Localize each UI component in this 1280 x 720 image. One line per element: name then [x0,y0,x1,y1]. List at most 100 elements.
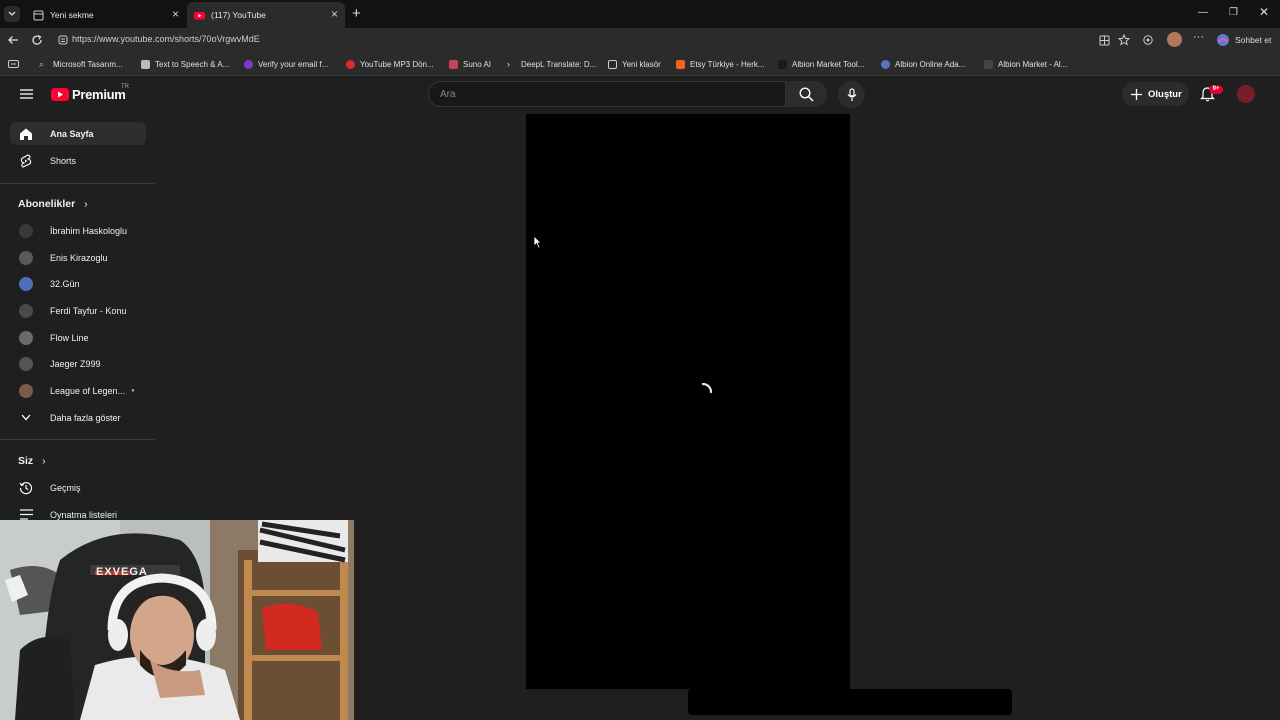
tab-title: (117) YouTube [211,10,266,20]
sidebar-item-label: Jaeger Z999 [50,358,101,369]
refresh-icon[interactable] [31,34,43,46]
bookmark-item[interactable]: Verify your email f... [244,57,328,71]
sidebar-item-subscription[interactable]: Jaeger Z999 [10,352,146,375]
sidebar-item-home[interactable]: Ana Sayfa [10,122,146,145]
profile-avatar[interactable] [1167,32,1182,47]
hamburger-menu-icon[interactable] [20,89,33,99]
search-button[interactable] [786,81,827,107]
search-input[interactable] [428,81,786,107]
sidebar-item-label: Flow Line [50,332,89,343]
microphone-icon [847,87,856,101]
youtube-favicon-icon [194,11,205,19]
create-label: Oluştur [1148,88,1182,100]
sidebar-item-label: Enis Kirazoglu [50,252,108,263]
home-icon [19,127,33,141]
sidebar-item-subscription[interactable]: Ferdi Tayfur - Konu [10,299,146,322]
sidebar-item-label: Ana Sayfa [50,128,94,139]
voice-search-button[interactable] [838,81,865,108]
notification-badge: 9+ [1209,85,1223,94]
bookmark-favicon-icon [141,59,150,69]
page-icon [33,10,44,20]
bookmark-item[interactable]: ⌕ Microsoft Tasarım... [39,57,123,71]
new-tab-button[interactable]: + [352,6,361,21]
bookmark-item[interactable]: Suno AI [449,57,491,71]
restore-icon[interactable]: ❐ [1229,7,1238,18]
sidebar-item-label: İbrahim Haskologlu [50,225,128,236]
youtube-premium-logo[interactable]: Premium [51,87,126,102]
close-tab-icon[interactable]: × [331,8,338,20]
favorite-star-icon[interactable] [1118,34,1130,46]
sidebar-item-label: Daha fazla göster [50,412,121,423]
sidebar-item-shorts[interactable]: Shorts [10,149,146,172]
bookmark-item[interactable]: Albion Market - Al... [984,57,1067,71]
sidebar-divider [0,439,155,440]
channel-avatar [19,383,33,398]
app-available-icon[interactable] [1099,35,1110,46]
bookmark-item[interactable]: › DeepL Translate: D... [507,57,596,71]
channel-avatar [19,276,33,291]
sidebar-item-subscription[interactable]: İbrahim Haskologlu [10,219,146,242]
site-info-icon[interactable] [58,35,68,45]
copilot-button[interactable]: Sohbet et [1216,31,1271,49]
channel-avatar [19,356,33,371]
bookmark-item[interactable]: YouTube MP3 Dön... [346,57,434,71]
back-icon[interactable] [7,35,19,45]
extensions-icon[interactable] [1142,34,1154,46]
show-more-button[interactable]: Daha fazla göster [10,406,146,429]
bookmark-favicon-icon [778,59,787,69]
loading-spinner-icon [701,383,712,394]
channel-avatar [19,223,33,238]
webcam-overlay: EXVEGA [0,520,354,720]
you-heading[interactable]: Siz › [18,455,46,467]
close-tab-icon[interactable]: × [172,8,179,20]
bookmark-favicon-icon [346,59,355,69]
bookmark-folder[interactable]: Yeni klasör [608,57,661,71]
minimize-icon[interactable]: — [1198,7,1208,18]
logo-text: Premium [72,87,126,102]
account-avatar[interactable] [1237,85,1255,103]
bookmark-item[interactable]: Etsy Türkiye - Herk... [676,57,765,71]
channel-avatar [19,330,33,345]
tab-new-tab[interactable]: Yeni sekme × [26,2,186,28]
sidebar-item-subscription[interactable]: Enis Kirazoglu [10,246,146,269]
plus-icon [1131,88,1142,100]
sidebar-item-history[interactable]: Geçmiş [10,476,146,499]
region-code: TR [121,84,129,90]
webcam-image [0,520,354,720]
sidebar-item-subscription[interactable]: 32.Gün [10,272,146,295]
sidebar-item-label: Ferdi Tayfur - Konu [50,305,127,316]
sidebar-item-label: Shorts [50,155,77,166]
subscriptions-heading[interactable]: Abonelikler › [18,198,88,210]
reading-list-icon[interactable] [8,60,19,68]
sidebar-item-label: 32.Gün [50,278,80,289]
bookmark-favicon-icon [984,59,993,69]
bookmark-favicon-icon [881,59,890,69]
sidebar-divider [0,183,155,184]
bookmark-item[interactable]: Text to Speech & A... [141,57,229,71]
history-icon [19,481,33,495]
channel-avatar [19,303,33,318]
bookmark-item[interactable]: Albion Market Tool... [778,57,864,71]
tab-list-button[interactable] [4,6,20,22]
mouse-cursor-icon [533,235,542,249]
chevron-down-icon [19,411,33,425]
sidebar-item-subscription[interactable]: League of Legen... ● [10,379,146,402]
search-icon [799,86,814,102]
copilot-icon [1217,34,1229,46]
tab-youtube[interactable]: (117) YouTube × [187,2,345,28]
chair-logo: EXVEGA [96,566,148,578]
bookmark-item[interactable]: Albion Online Ada... [881,57,965,71]
close-window-icon[interactable]: ✕ [1259,5,1269,19]
new-content-dot-icon: ● [131,387,135,394]
create-button[interactable]: Oluştur [1122,82,1189,106]
chevron-right-icon: › [84,198,88,210]
shorts-video-player[interactable] [526,114,850,689]
tab-title: Yeni sekme [50,10,94,20]
search-icon: ⌕ [39,58,45,69]
channel-avatar [19,250,33,265]
shorts-icon [19,153,33,168]
browser-tab-bar: Yeni sekme × (117) YouTube × + — ❐ ✕ [0,0,1280,28]
more-options-icon[interactable]: ··· [1193,31,1204,43]
chevron-right-icon: › [42,455,46,467]
sidebar-item-subscription[interactable]: Flow Line [10,326,146,349]
